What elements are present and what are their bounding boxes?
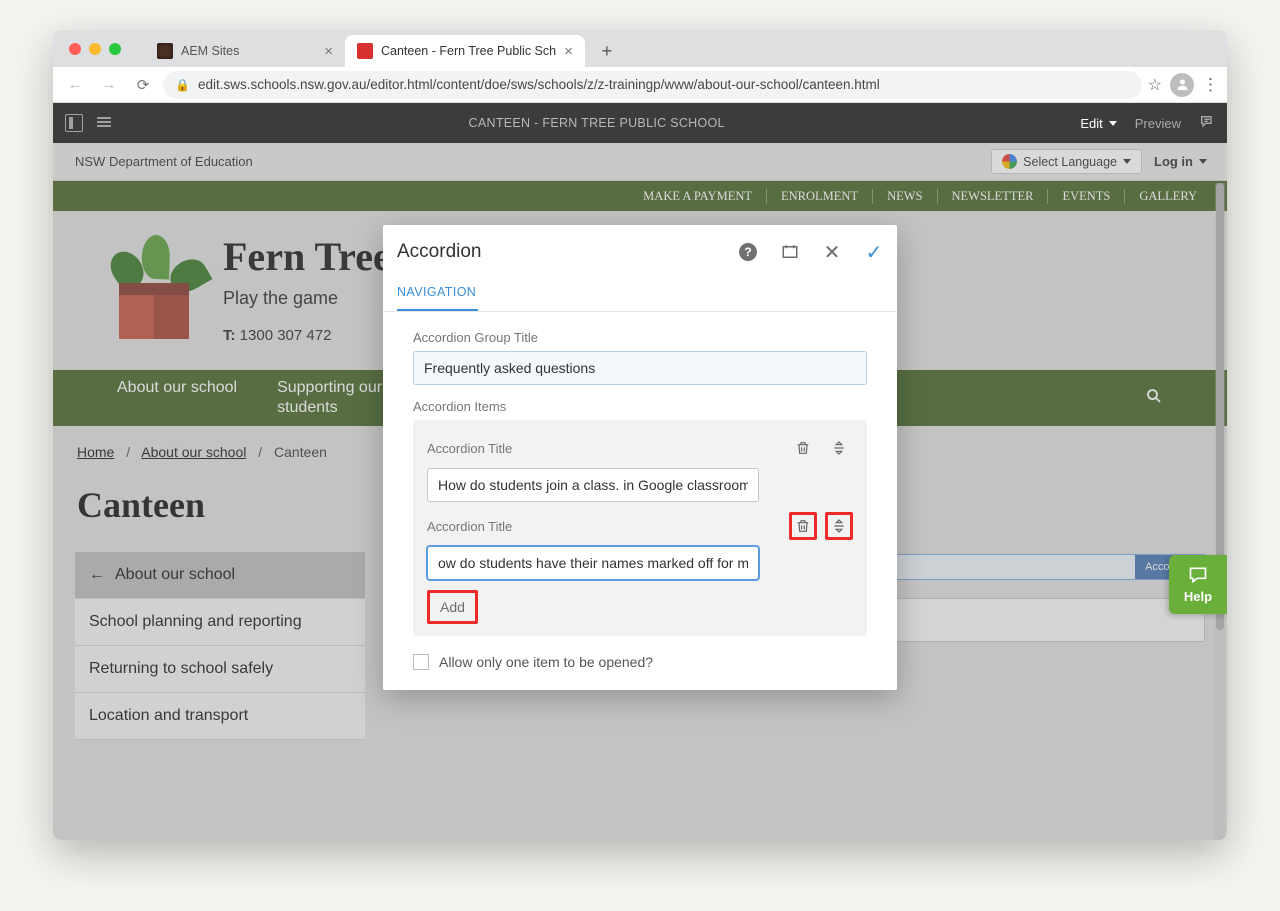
chat-icon	[1186, 565, 1210, 585]
maximize-window[interactable]	[109, 43, 121, 55]
government-strip: NSW Department of Education Select Langu…	[53, 143, 1227, 181]
add-item-highlight: Add	[427, 590, 478, 624]
login-link[interactable]: Log in	[1154, 154, 1207, 169]
chevron-down-icon	[1199, 159, 1207, 164]
delete-item-icon[interactable]	[789, 512, 817, 540]
new-tab-button[interactable]: +	[593, 37, 621, 65]
bookmark-star-icon[interactable]: ☆	[1148, 75, 1162, 95]
item-title-label: Accordion Title	[427, 441, 512, 456]
language-selector[interactable]: Select Language	[991, 149, 1142, 174]
accordion-item-row: Accordion Title	[427, 434, 853, 502]
browser-window: AEM Sites × Canteen - Fern Tree Public S…	[53, 30, 1227, 840]
chevron-down-icon	[1109, 121, 1117, 126]
url-text: edit.sws.schools.nsw.gov.au/editor.html/…	[198, 77, 880, 92]
browser-tabbar: AEM Sites × Canteen - Fern Tree Public S…	[53, 30, 1227, 67]
reorder-item-icon[interactable]	[825, 434, 853, 462]
forward-button[interactable]: →	[95, 71, 123, 99]
side-panel-icon[interactable]	[65, 114, 83, 132]
close-dialog-icon[interactable]: ✕	[823, 243, 841, 261]
delete-item-icon[interactable]	[789, 434, 817, 462]
add-item-button[interactable]: Add	[430, 593, 475, 621]
nav-newsletter[interactable]: NEWSLETTER	[938, 189, 1049, 204]
back-button[interactable]: ←	[61, 71, 89, 99]
close-window[interactable]	[69, 43, 81, 55]
item-title-label: Accordion Title	[427, 519, 512, 534]
favicon-aem	[157, 43, 173, 59]
google-translate-icon	[1002, 154, 1017, 169]
minimize-window[interactable]	[89, 43, 101, 55]
tab-navigation[interactable]: NAVIGATION	[397, 275, 478, 311]
items-label: Accordion Items	[413, 399, 867, 414]
favicon-canteen	[357, 43, 373, 59]
vertical-scrollbar[interactable]	[1215, 183, 1225, 840]
reload-button[interactable]: ⟳	[129, 71, 157, 99]
tab-aem-sites[interactable]: AEM Sites ×	[145, 35, 345, 67]
nav-gallery[interactable]: GALLERY	[1125, 189, 1211, 204]
confirm-dialog-icon[interactable]: ✓	[865, 243, 883, 261]
sidenav-back-about[interactable]: About our school	[75, 552, 365, 599]
address-bar[interactable]: 🔒 edit.sws.schools.nsw.gov.au/editor.htm…	[163, 71, 1142, 99]
accordion-group-title-input[interactable]	[413, 351, 867, 385]
sidenav-item[interactable]: Returning to school safely	[75, 646, 365, 693]
accordion-dialog: Accordion ? ✕ ✓ NAVIGATION Accordion Gro…	[383, 225, 897, 690]
sidenav-item[interactable]: School planning and reporting	[75, 599, 365, 646]
school-tagline: Play the game	[223, 288, 391, 309]
accordion-item-row: Accordion Title	[427, 512, 853, 580]
accordion-item-title-input[interactable]	[427, 546, 759, 580]
nav-enrolment[interactable]: ENROLMENT	[767, 189, 873, 204]
crumb-about[interactable]: About our school	[141, 444, 246, 460]
school-name: Fern Tree	[223, 233, 391, 280]
school-phone: T: 1300 307 472	[223, 327, 391, 344]
search-icon[interactable]	[1145, 387, 1163, 410]
nav-about-our-school[interactable]: About our school	[117, 378, 237, 418]
crumb-canteen: Canteen	[274, 444, 327, 460]
reorder-item-icon[interactable]	[825, 512, 853, 540]
crumb-home[interactable]: Home	[77, 444, 114, 460]
checkbox-icon[interactable]	[413, 654, 429, 670]
close-tab-icon[interactable]: ×	[564, 43, 573, 60]
accordion-items-multifield: Accordion Title	[413, 420, 867, 636]
allow-one-open-row[interactable]: Allow only one item to be opened?	[413, 654, 867, 670]
window-controls[interactable]	[63, 30, 127, 67]
close-tab-icon[interactable]: ×	[324, 43, 333, 60]
profile-avatar-icon[interactable]	[1170, 73, 1194, 97]
nav-news[interactable]: NEWS	[873, 189, 937, 204]
utility-nav: MAKE A PAYMENT ENROLMENT NEWS NEWSLETTER…	[53, 181, 1227, 211]
chevron-down-icon	[1123, 159, 1131, 164]
tab-canteen[interactable]: Canteen - Fern Tree Public Sch ×	[345, 35, 585, 67]
aem-editor-toolbar: CANTEEN - FERN TREE PUBLIC SCHOOL Edit P…	[53, 103, 1227, 143]
browser-menu-icon[interactable]: ⋮	[1202, 75, 1219, 95]
browser-toolbar: ← → ⟳ 🔒 edit.sws.schools.nsw.gov.au/edit…	[53, 67, 1227, 103]
tab-title: AEM Sites	[181, 44, 239, 58]
mode-selector[interactable]: Edit	[1080, 116, 1116, 131]
aem-page-title: CANTEEN - FERN TREE PUBLIC SCHOOL	[113, 116, 1080, 130]
dept-label: NSW Department of Education	[75, 154, 253, 169]
help-tab[interactable]: Help	[1169, 555, 1227, 614]
group-title-label: Accordion Group Title	[413, 330, 867, 345]
fullscreen-icon[interactable]	[781, 243, 799, 261]
page-info-icon[interactable]	[95, 114, 113, 132]
accordion-item-title-input[interactable]	[427, 468, 759, 502]
nav-make-payment[interactable]: MAKE A PAYMENT	[629, 189, 767, 204]
lock-icon: 🔒	[175, 78, 190, 92]
side-navigation: About our school School planning and rep…	[75, 552, 365, 740]
allow-one-label: Allow only one item to be opened?	[439, 654, 653, 670]
nav-supporting-students[interactable]: Supporting our students	[277, 378, 382, 418]
tab-title: Canteen - Fern Tree Public Sch	[381, 44, 556, 58]
sidenav-item[interactable]: Location and transport	[75, 693, 365, 740]
nav-events[interactable]: EVENTS	[1048, 189, 1125, 204]
dialog-title: Accordion	[397, 241, 739, 263]
help-icon[interactable]: ?	[739, 243, 757, 261]
preview-button[interactable]: Preview	[1135, 116, 1181, 131]
annotate-icon[interactable]	[1199, 114, 1215, 133]
school-logo	[113, 233, 195, 343]
